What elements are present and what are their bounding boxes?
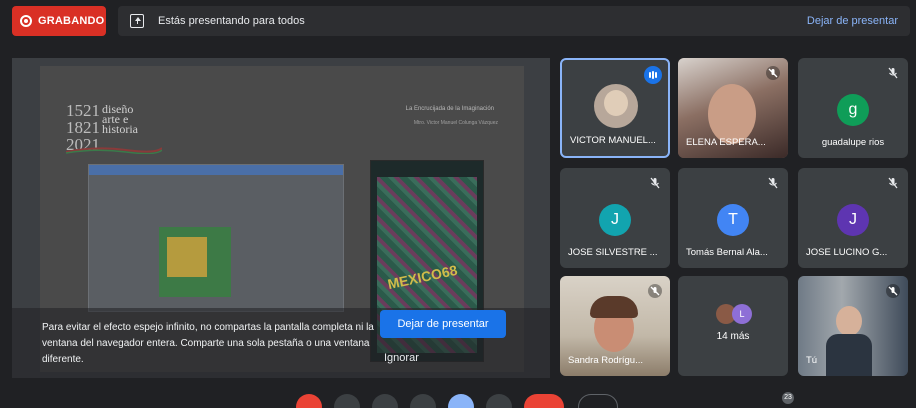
logo-words: diseño arte e historia bbox=[102, 102, 138, 136]
avatar-body bbox=[826, 334, 872, 376]
participant-tile[interactable]: Tú bbox=[798, 276, 908, 376]
reactions-button[interactable] bbox=[578, 394, 618, 408]
more-participants-label: 14 más bbox=[716, 331, 750, 342]
top-bar: GRABANDO Estás presentando para todos De… bbox=[0, 0, 916, 44]
stop-presenting-link[interactable]: Dejar de presentar bbox=[807, 15, 898, 27]
more-avatars: L bbox=[716, 304, 756, 324]
avatar bbox=[836, 306, 862, 336]
presenting-banner: Estás presentando para todos Dejar de pr… bbox=[118, 6, 910, 36]
participant-tile[interactable]: g guadalupe rios bbox=[798, 58, 908, 158]
leave-call-button[interactable] bbox=[524, 394, 564, 408]
avatar bbox=[708, 84, 756, 144]
participant-name: ELENA ESPERA... bbox=[686, 137, 766, 148]
mirror-warning-text: Para evitar el efecto espejo infinito, n… bbox=[42, 322, 374, 365]
slide-subheading: Mtro. Victor Manuel Colunga Vázquez bbox=[413, 120, 498, 126]
avatar-face bbox=[604, 90, 628, 116]
participant-tile[interactable]: VICTOR MANUEL... bbox=[560, 58, 670, 158]
raise-hand-button[interactable] bbox=[410, 394, 436, 408]
participant-name: Sandra Rodrígu... bbox=[568, 355, 643, 366]
meet-window: GRABANDO Estás presentando para todos De… bbox=[0, 0, 916, 408]
people-count-badge: 23 bbox=[782, 392, 794, 404]
participant-name: JOSE SILVESTRE ... bbox=[568, 247, 658, 258]
recording-label: GRABANDO bbox=[38, 15, 105, 27]
participant-name: Tomás Bernal Ala... bbox=[686, 247, 768, 258]
avatar: J bbox=[837, 204, 869, 236]
mic-off-icon bbox=[766, 66, 780, 80]
slide-screenshot bbox=[88, 164, 344, 312]
mic-off-icon bbox=[768, 177, 778, 189]
more-participants-tile[interactable]: L 14 más bbox=[678, 276, 788, 376]
screenshot-header bbox=[89, 165, 343, 175]
bottom-controls bbox=[0, 390, 916, 408]
poster-title: MEXICO68 bbox=[386, 261, 459, 293]
camera-toggle-button[interactable] bbox=[334, 394, 360, 408]
mic-off-icon bbox=[886, 284, 900, 298]
speaking-indicator-icon bbox=[644, 66, 662, 84]
participant-name: JOSE LUCINO G... bbox=[806, 247, 888, 258]
presenting-text: Estás presentando para todos bbox=[158, 15, 305, 27]
slide-heading: La Encrucijada de la Imaginación bbox=[405, 106, 494, 112]
participant-tile[interactable]: T Tomás Bernal Ala... bbox=[678, 168, 788, 268]
avatar: T bbox=[717, 204, 749, 236]
participant-tile[interactable]: Sandra Rodrígu... bbox=[560, 276, 670, 376]
present-button[interactable] bbox=[448, 394, 474, 408]
participant-tile[interactable]: J JOSE SILVESTRE ... bbox=[560, 168, 670, 268]
participant-tile[interactable]: J JOSE LUCINO G... bbox=[798, 168, 908, 268]
avatar: L bbox=[732, 304, 752, 324]
screenshot-artwork bbox=[159, 227, 231, 297]
mic-toggle-button[interactable] bbox=[296, 394, 322, 408]
avatar: J bbox=[599, 204, 631, 236]
recording-badge[interactable]: GRABANDO bbox=[12, 6, 106, 36]
presentation-stage: 1521 1821 2021 diseño arte e historia La… bbox=[12, 58, 550, 378]
participant-name: guadalupe rios bbox=[821, 137, 885, 148]
ignore-button[interactable]: Ignorar bbox=[384, 352, 419, 364]
slide-logo: 1521 1821 2021 diseño arte e historia bbox=[66, 102, 162, 154]
mic-off-icon bbox=[888, 67, 898, 79]
more-options-button[interactable] bbox=[486, 394, 512, 408]
captions-button[interactable] bbox=[372, 394, 398, 408]
participant-tile[interactable]: ELENA ESPERA... bbox=[678, 58, 788, 158]
participant-name: Tú bbox=[806, 355, 818, 366]
present-screen-icon bbox=[130, 14, 144, 28]
logo-swoosh-icon bbox=[66, 147, 162, 154]
avatar: g bbox=[837, 94, 869, 126]
avatar-hair bbox=[590, 296, 638, 318]
record-icon bbox=[20, 15, 32, 27]
participant-name: VICTOR MANUEL... bbox=[570, 135, 656, 146]
mic-off-icon bbox=[888, 177, 898, 189]
mic-off-icon bbox=[650, 177, 660, 189]
stop-presenting-button[interactable]: Dejar de presentar bbox=[380, 310, 506, 338]
mic-off-icon bbox=[648, 284, 662, 298]
